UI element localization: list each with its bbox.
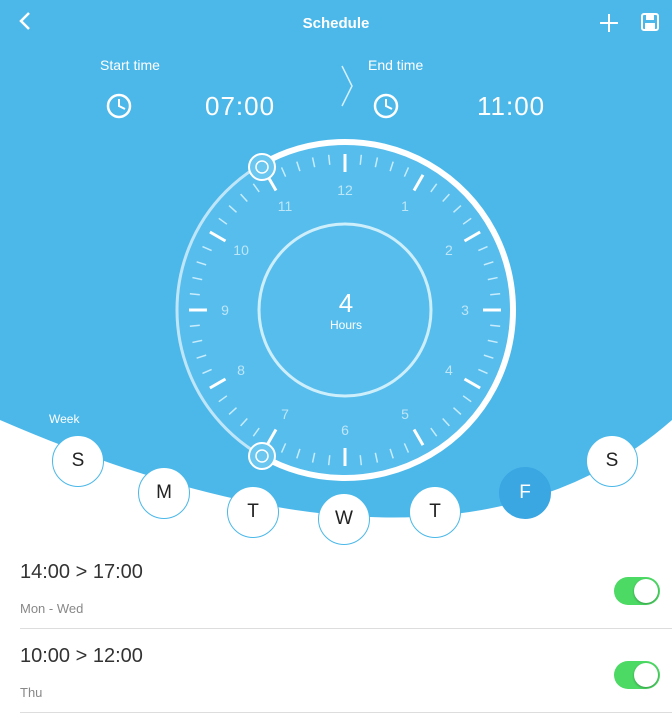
dial-number: 12 — [337, 182, 353, 198]
day-saturday-button[interactable]: S — [586, 435, 638, 487]
day-wednesday-button[interactable]: W — [318, 493, 370, 545]
page-title: Schedule — [302, 15, 370, 32]
list-item[interactable]: 14:00 > 17:00 Mon - Wed — [0, 545, 672, 629]
day-thursday-button[interactable]: T — [409, 486, 461, 538]
day-monday-button[interactable]: M — [138, 467, 190, 519]
minor-tick — [359, 455, 363, 466]
toggle-knob — [634, 663, 658, 687]
minor-tick — [327, 154, 331, 165]
start-time-value[interactable]: 07:00 — [205, 91, 275, 122]
dial-number: 6 — [341, 422, 349, 438]
floppy-disk-icon — [641, 13, 659, 31]
add-button[interactable] — [598, 12, 620, 39]
schedule-toggle[interactable] — [614, 577, 660, 605]
day-sunday-button[interactable]: S — [52, 435, 104, 487]
minor-tick — [490, 324, 501, 328]
schedule-toggle[interactable] — [614, 661, 660, 689]
duration-hours-label: Hours — [329, 318, 362, 332]
dial-number: 10 — [233, 242, 249, 258]
end-time-label: End time — [368, 57, 424, 73]
start-handle[interactable] — [248, 153, 276, 181]
divider — [20, 712, 672, 713]
dial-number: 4 — [445, 362, 453, 378]
schedule-time-range: 10:00 > 12:00 — [20, 645, 143, 667]
plus-icon — [600, 14, 618, 32]
dial-number: 5 — [401, 406, 409, 422]
schedule-days: Thu — [20, 685, 43, 700]
duration-hours-number: 4 — [338, 288, 354, 318]
minor-tick — [189, 324, 200, 328]
day-friday-button[interactable]: F — [499, 467, 551, 519]
week-label: Week — [49, 412, 80, 426]
start-time-label: Start time — [100, 57, 160, 73]
dial-number: 11 — [278, 198, 293, 214]
dial-number: 8 — [237, 362, 245, 378]
dial-number: 1 — [401, 198, 409, 214]
dial-number: 2 — [445, 242, 453, 258]
end-time-value[interactable]: 11:00 — [477, 91, 545, 122]
toggle-knob — [634, 579, 658, 603]
end-handle[interactable] — [248, 442, 276, 470]
dial-number: 3 — [461, 302, 469, 318]
list-item[interactable]: 10:00 > 12:00 Thu — [0, 629, 672, 713]
schedule-time-range: 14:00 > 17:00 — [20, 561, 143, 583]
dial-number: 9 — [221, 302, 229, 318]
day-tuesday-button[interactable]: T — [227, 486, 279, 538]
minor-tick — [327, 455, 331, 466]
dial-number: 7 — [281, 406, 289, 422]
minor-tick — [189, 292, 200, 296]
save-button[interactable] — [640, 12, 660, 37]
schedule-days: Mon - Wed — [20, 601, 84, 616]
minor-tick — [490, 292, 501, 296]
minor-tick — [359, 154, 363, 165]
